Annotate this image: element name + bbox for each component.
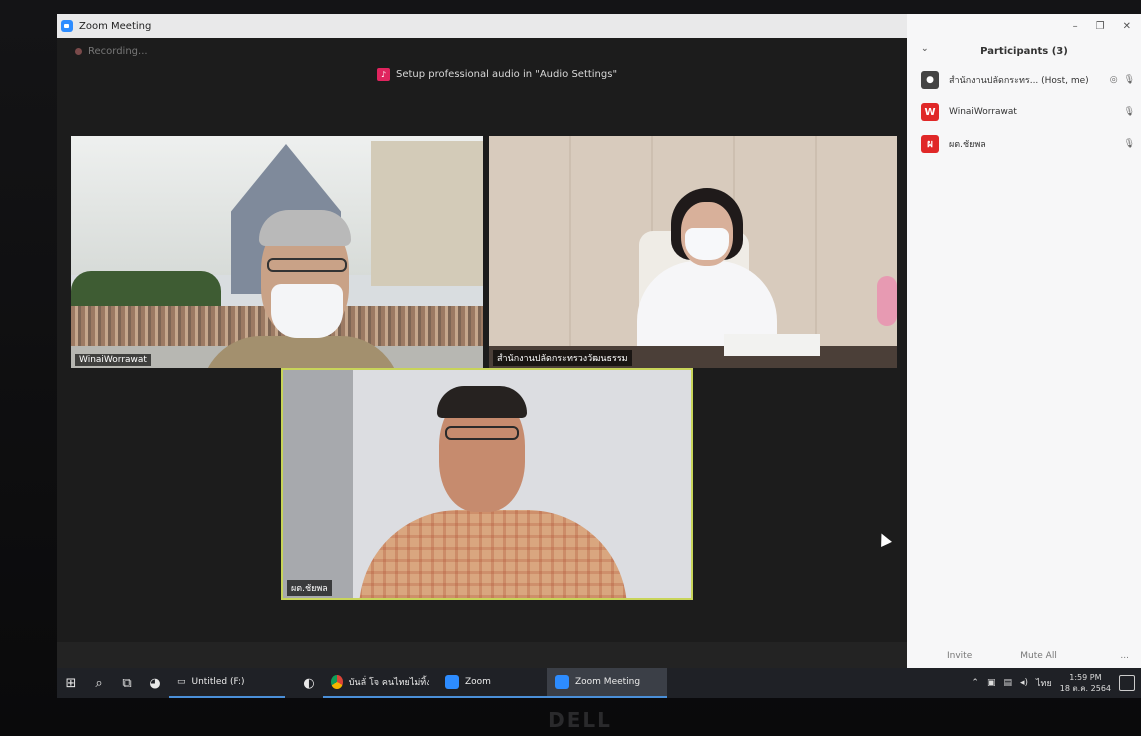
tile-background xyxy=(71,271,221,311)
video-tile-active-speaker[interactable]: ผต.ชัยพล xyxy=(281,368,693,600)
tile-name-label: สำนักงานปลัดกระทรวงวัฒนธรรม xyxy=(493,350,632,366)
tile-name-label: ผต.ชัยพล xyxy=(287,580,332,596)
participant-row[interactable]: ผ ผต.ชัยพล 🎙︎ xyxy=(907,128,1141,160)
tile-background xyxy=(371,141,483,286)
invite-button[interactable]: Invite xyxy=(947,651,972,661)
audio-notice-text: Setup professional audio in "Audio Setti… xyxy=(396,69,618,80)
clock-time: 1:59 PM xyxy=(1069,673,1102,682)
volume-icon[interactable]: ◂) xyxy=(1020,678,1028,688)
taskbar-app-label: Zoom Meeting xyxy=(575,677,641,687)
participant-name: สำนักงานปลัดกระทร... (Host, me) xyxy=(949,76,1089,86)
record-icon xyxy=(75,48,82,55)
mic-icon[interactable]: 🎙︎ xyxy=(1124,107,1135,117)
close-icon[interactable]: ✕ xyxy=(1123,21,1131,32)
participant-video xyxy=(359,510,627,598)
participants-title: Participants (3) xyxy=(980,45,1068,57)
tile-name-label: WinaiWorrawat xyxy=(75,354,151,366)
zoom-logo-icon xyxy=(61,20,73,32)
drive-icon: ▭ xyxy=(177,677,186,687)
music-icon: ♪ xyxy=(377,68,390,81)
zoom-icon xyxy=(555,675,569,689)
participant-row[interactable]: W WinaiWorrawat 🎙︎ xyxy=(907,96,1141,128)
participants-footer: Invite Mute All ... xyxy=(907,644,1141,668)
mute-all-button[interactable]: Mute All xyxy=(1020,651,1057,661)
windows-taskbar: ⊞ ⌕ ⧉ ◕ ▭ Untitled (F:) ◐ บันลั่ โจ คนไท… xyxy=(57,668,1141,698)
participant-video xyxy=(445,426,519,440)
tile-background xyxy=(877,276,897,326)
participant-video xyxy=(267,258,347,272)
participants-header: ⌄ Participants (3) xyxy=(907,38,1141,64)
participant-video xyxy=(259,210,351,246)
video-icon[interactable]: ◎ xyxy=(1110,75,1118,85)
search-icon[interactable]: ⌕ xyxy=(85,668,113,698)
participants-panel: – ❐ ✕ ⌄ Participants (3) ● สำนักงานปลัดก… xyxy=(907,14,1141,668)
mouse-cursor-icon xyxy=(876,531,892,547)
title-bar: Zoom Meeting xyxy=(57,14,907,38)
recording-indicator[interactable]: Recording... xyxy=(75,46,148,57)
participant-row[interactable]: ● สำนักงานปลัดกระทร... (Host, me) ◎ 🎙︎ xyxy=(907,64,1141,96)
edge-icon[interactable]: ◐ xyxy=(295,668,323,698)
audio-notice[interactable]: ♪ Setup professional audio in "Audio Set… xyxy=(377,68,617,81)
chevron-up-icon[interactable]: ⌃ xyxy=(971,678,979,688)
system-tray: ⌃ ▣ ▤ ◂) ไทย 1:59 PM 18 ต.ค. 2564 xyxy=(971,672,1141,694)
taskbar-app-label: Zoom xyxy=(465,677,491,687)
participant-name: WinaiWorrawat xyxy=(949,107,1017,117)
taskbar-app-label: บันลั่ โจ คนไทยไม่ทิ้งกั... xyxy=(348,678,429,688)
window-title: Zoom Meeting xyxy=(79,20,152,32)
meeting-area: Recording... ♪ Setup professional audio … xyxy=(57,38,907,668)
participant-video xyxy=(685,228,729,260)
more-button[interactable]: ... xyxy=(1120,651,1129,661)
taskbar-app-chrome[interactable]: บันลั่ โจ คนไทยไม่ทิ้งกั... xyxy=(323,668,437,698)
clock-date: 18 ต.ค. 2564 xyxy=(1059,684,1111,693)
video-tile-host[interactable]: สำนักงานปลัดกระทรวงวัฒนธรรม xyxy=(489,136,897,368)
video-tile-winaiworrawat[interactable]: WinaiWorrawat xyxy=(71,136,483,368)
participant-video xyxy=(271,284,343,338)
restore-icon[interactable]: ❐ xyxy=(1096,21,1105,32)
task-view-icon[interactable]: ⧉ xyxy=(113,668,141,698)
avatar: ผ xyxy=(921,135,939,153)
tile-background xyxy=(724,334,820,356)
mic-icon[interactable]: 🎙︎ xyxy=(1124,75,1135,85)
avatar: W xyxy=(921,103,939,121)
screen: Zoom Meeting Recording... ♪ Setup profes… xyxy=(57,14,1141,698)
monitor-brand-logo: DELL xyxy=(548,708,612,732)
taskbar-app-untitled[interactable]: ▭ Untitled (F:) xyxy=(169,668,285,698)
clock[interactable]: 1:59 PM 18 ต.ค. 2564 xyxy=(1060,672,1111,694)
recording-label: Recording... xyxy=(88,46,148,57)
avatar: ● xyxy=(921,71,939,89)
taskbar-app-label: Untitled (F:) xyxy=(191,677,245,687)
camera-icon[interactable]: ▣ xyxy=(987,678,996,688)
participant-video xyxy=(437,386,527,418)
paint-icon[interactable]: ◕ xyxy=(141,668,169,698)
start-icon[interactable]: ⊞ xyxy=(57,668,85,698)
taskbar-app-zoom[interactable]: Zoom xyxy=(437,668,547,698)
taskbar-app-zoom-meeting[interactable]: Zoom Meeting xyxy=(547,668,667,698)
zoom-icon xyxy=(445,675,459,689)
notification-icon[interactable] xyxy=(1119,675,1135,691)
meeting-controls-bar xyxy=(57,642,907,668)
chrome-icon xyxy=(331,675,343,689)
language-indicator[interactable]: ไทย xyxy=(1036,676,1052,690)
network-icon[interactable]: ▤ xyxy=(1003,678,1012,688)
participant-name: ผต.ชัยพล xyxy=(949,140,986,150)
mic-icon[interactable]: 🎙︎ xyxy=(1124,139,1135,149)
window-controls: – ❐ ✕ xyxy=(907,14,1141,38)
avatar-person-icon: ● xyxy=(926,75,934,85)
minimize-icon[interactable]: – xyxy=(1073,21,1078,32)
chevron-down-icon[interactable]: ⌄ xyxy=(921,44,929,54)
